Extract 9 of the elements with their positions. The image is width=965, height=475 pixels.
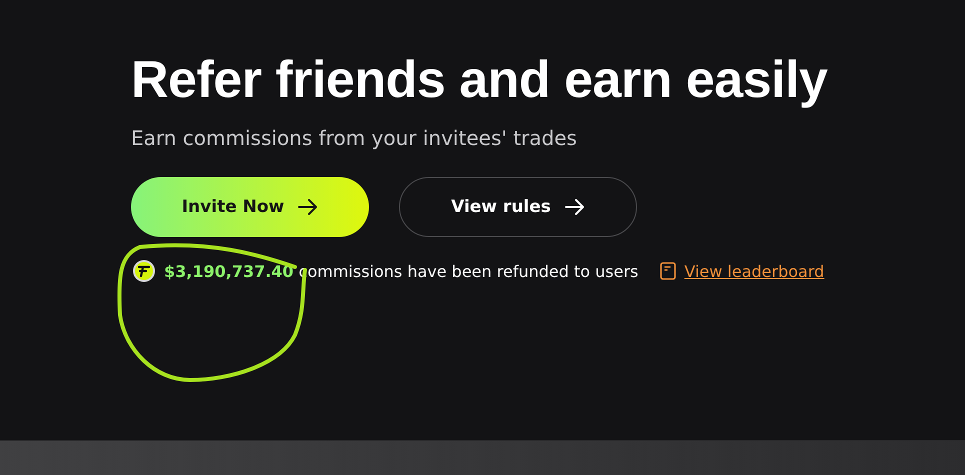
page-title: Refer friends and earn easily <box>131 50 828 111</box>
invite-button[interactable]: Invite Now <box>131 177 369 237</box>
subtitle: Earn commissions from your invitees' trades <box>131 125 578 152</box>
rules-button[interactable]: View rules <box>399 177 637 237</box>
leaderboard-link[interactable]: View leaderboard <box>684 262 824 280</box>
arrow-right-icon <box>298 199 318 215</box>
document-icon <box>660 262 676 280</box>
coin-icon <box>132 259 156 283</box>
arrow-right-icon <box>564 199 585 215</box>
